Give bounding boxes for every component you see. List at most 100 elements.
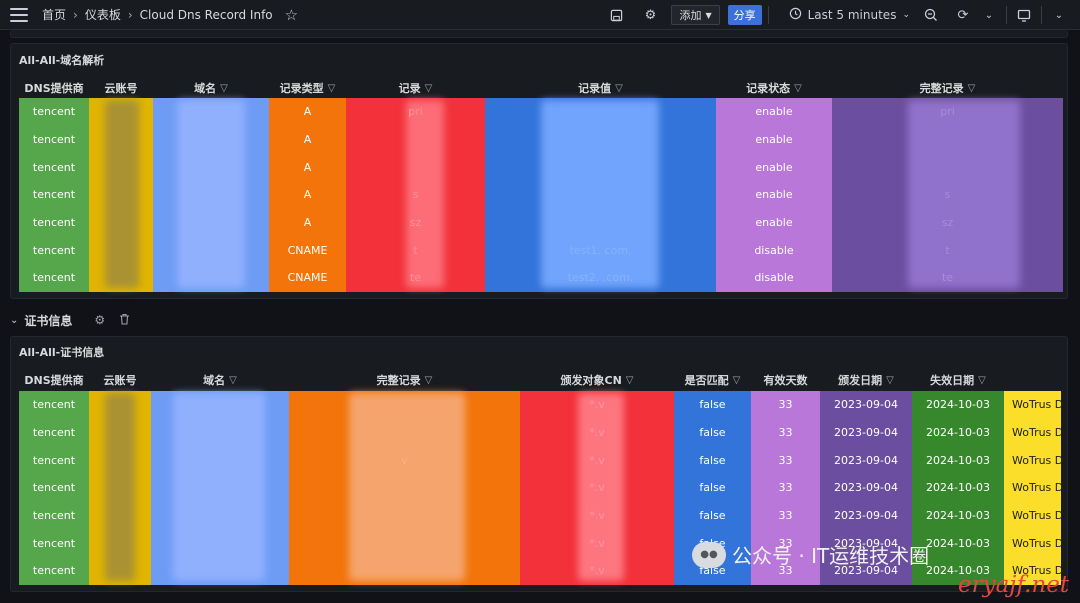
- table-cell[interactable]: 2023-09-04: [820, 391, 912, 419]
- table-cell[interactable]: tencent: [19, 419, 89, 447]
- tv-icon[interactable]: [1013, 4, 1035, 26]
- column-header[interactable]: 完整记录 ▽: [832, 80, 1063, 96]
- save-icon[interactable]: [605, 4, 627, 26]
- add-button[interactable]: 添加 ▼: [671, 5, 720, 25]
- chevron-down-icon[interactable]: ⌄: [978, 4, 1000, 26]
- star-icon[interactable]: ☆: [285, 6, 298, 24]
- table-cell[interactable]: enable: [716, 153, 832, 181]
- column-header[interactable]: 域名 ▽: [153, 80, 269, 96]
- filter-icon[interactable]: ▽: [978, 375, 986, 386]
- table-cell[interactable]: 2024-10-03: [912, 446, 1004, 474]
- table-cell[interactable]: WoTrus D: [1004, 446, 1061, 474]
- breadcrumb-dashboards[interactable]: 仪表板: [85, 6, 121, 23]
- table-cell[interactable]: tencent: [19, 502, 89, 530]
- table-cell[interactable]: WoTrus D: [1004, 474, 1061, 502]
- table-cell[interactable]: 2023-09-04: [820, 474, 912, 502]
- column-header[interactable]: DNS提供商: [19, 80, 89, 96]
- filter-icon[interactable]: ▽: [220, 83, 228, 94]
- column-header[interactable]: 记录状态 ▽: [716, 80, 832, 96]
- filter-icon[interactable]: ▽: [794, 83, 802, 94]
- table-cell[interactable]: tencent: [19, 391, 89, 419]
- table-cell[interactable]: 2023-09-04: [820, 502, 912, 530]
- table-cell[interactable]: tencent: [19, 529, 89, 557]
- table-cell[interactable]: WoTrus D: [1004, 502, 1061, 530]
- table-cell[interactable]: enable: [716, 126, 832, 154]
- table-cell[interactable]: 33: [751, 446, 820, 474]
- zoom-out-icon[interactable]: [920, 4, 942, 26]
- table-cell[interactable]: WoTrus D: [1004, 391, 1061, 419]
- table-cell[interactable]: tencent: [19, 236, 89, 264]
- table-cell[interactable]: 33: [751, 419, 820, 447]
- table-cell[interactable]: tencent: [19, 98, 89, 126]
- column-header[interactable]: 颁发日期 ▽: [820, 372, 912, 388]
- column-header[interactable]: 云账号: [89, 80, 153, 96]
- settings-icon[interactable]: ⚙: [639, 4, 661, 26]
- table-cell[interactable]: false: [674, 474, 751, 502]
- filter-icon[interactable]: ▽: [968, 83, 976, 94]
- table-cell[interactable]: enable: [716, 98, 832, 126]
- table-cell[interactable]: false: [674, 446, 751, 474]
- table-cell[interactable]: 33: [751, 391, 820, 419]
- filter-icon[interactable]: ▽: [425, 83, 433, 94]
- table-cell[interactable]: A: [269, 153, 346, 181]
- table-cell[interactable]: enable: [716, 181, 832, 209]
- table-cell[interactable]: false: [674, 391, 751, 419]
- refresh-icon[interactable]: ⟳: [952, 4, 974, 26]
- filter-icon[interactable]: ▽: [886, 375, 894, 386]
- time-range-picker[interactable]: Last 5 minutes ⌄: [789, 7, 910, 23]
- table-cell[interactable]: disable: [716, 236, 832, 264]
- settings-icon[interactable]: ⚙: [94, 313, 105, 327]
- table-cell[interactable]: A: [269, 98, 346, 126]
- column-header[interactable]: 域名 ▽: [151, 372, 289, 388]
- column-header[interactable]: 是否匹配 ▽: [674, 372, 751, 388]
- table-cell[interactable]: false: [674, 419, 751, 447]
- table-cell[interactable]: 2024-10-03: [912, 474, 1004, 502]
- table-cell[interactable]: 2024-10-03: [912, 502, 1004, 530]
- table-cell[interactable]: A: [269, 126, 346, 154]
- column-header[interactable]: DNS提供商: [19, 372, 89, 388]
- table-cell[interactable]: 2023-09-04: [820, 446, 912, 474]
- chevron-down-icon[interactable]: ⌄: [10, 315, 18, 326]
- table-cell[interactable]: tencent: [19, 126, 89, 154]
- filter-icon[interactable]: ▽: [229, 375, 237, 386]
- table-cell[interactable]: 2023-09-04: [820, 419, 912, 447]
- table-cell[interactable]: WoTrus D: [1004, 419, 1061, 447]
- filter-icon[interactable]: ▽: [626, 375, 634, 386]
- table-cell[interactable]: 2024-10-03: [912, 419, 1004, 447]
- share-button[interactable]: 分享: [727, 5, 762, 25]
- table-cell[interactable]: A: [269, 209, 346, 237]
- table-cell[interactable]: 2024-10-03: [912, 391, 1004, 419]
- table-cell[interactable]: tencent: [19, 264, 89, 292]
- table-cell[interactable]: WoTrus D: [1004, 529, 1061, 557]
- column-header[interactable]: 记录值 ▽: [485, 80, 716, 96]
- table-cell[interactable]: tencent: [19, 557, 89, 585]
- breadcrumb-home[interactable]: 首页: [42, 6, 66, 23]
- table-cell[interactable]: CNAME: [269, 264, 346, 292]
- filter-icon[interactable]: ▽: [733, 375, 741, 386]
- table-cell[interactable]: tencent: [19, 446, 89, 474]
- menu-icon[interactable]: [10, 7, 28, 22]
- table-cell[interactable]: tencent: [19, 474, 89, 502]
- column-header[interactable]: 记录 ▽: [346, 80, 485, 96]
- table-cell[interactable]: tencent: [19, 153, 89, 181]
- column-header[interactable]: 完整记录 ▽: [289, 372, 520, 388]
- table-cell[interactable]: false: [674, 502, 751, 530]
- table-cell[interactable]: A: [269, 181, 346, 209]
- table-cell[interactable]: 33: [751, 502, 820, 530]
- column-header[interactable]: 颁发对象CN ▽: [520, 372, 674, 388]
- filter-icon[interactable]: ▽: [425, 375, 433, 386]
- table-cell[interactable]: disable: [716, 264, 832, 292]
- table-cell[interactable]: enable: [716, 209, 832, 237]
- table-cell[interactable]: tencent: [19, 181, 89, 209]
- column-header[interactable]: 失效日期 ▽: [912, 372, 1004, 388]
- chevron-down-icon[interactable]: ⌄: [1048, 4, 1070, 26]
- filter-icon[interactable]: ▽: [615, 83, 623, 94]
- column-header[interactable]: 有效天数: [751, 372, 820, 388]
- column-header[interactable]: 记录类型 ▽: [269, 80, 346, 96]
- table-cell[interactable]: CNAME: [269, 236, 346, 264]
- row-header-cert[interactable]: ⌄ 证书信息 ⚙: [10, 309, 130, 331]
- table-cell[interactable]: tencent: [19, 209, 89, 237]
- trash-icon[interactable]: [119, 313, 130, 328]
- column-header[interactable]: 云账号: [89, 372, 151, 388]
- table-cell[interactable]: 33: [751, 474, 820, 502]
